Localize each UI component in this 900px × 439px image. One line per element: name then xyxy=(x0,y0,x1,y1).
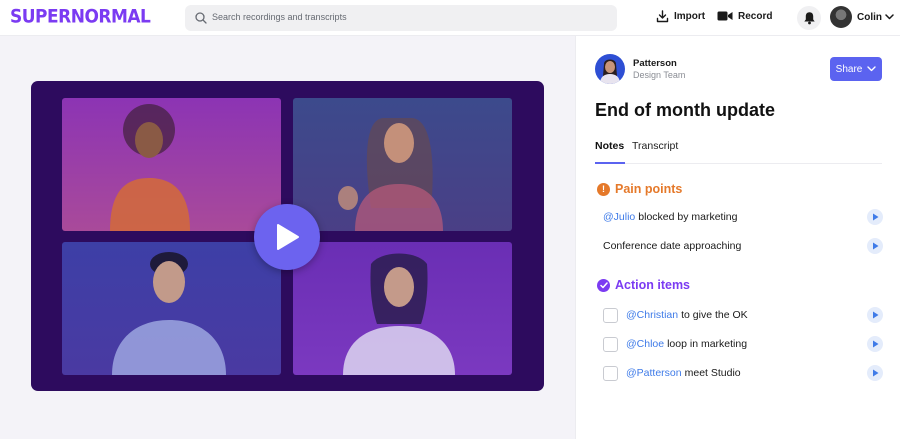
chevron-down-icon xyxy=(885,14,894,20)
recording-title: End of month update xyxy=(595,100,775,120)
exclamation-icon: ! xyxy=(597,182,610,196)
owner-team: Design Team xyxy=(633,70,686,80)
list-item: @Julio blocked by marketing xyxy=(603,208,883,226)
top-bar: SUPERNORMAL Search recordings and transc… xyxy=(0,0,900,36)
record-button[interactable]: Record xyxy=(717,10,772,22)
note-text: to give the OK xyxy=(681,309,748,321)
participant-image xyxy=(110,104,190,231)
mention-link[interactable]: @Chloe xyxy=(626,338,664,350)
video-player[interactable] xyxy=(31,81,544,391)
pain-points-label: Pain points xyxy=(615,182,683,196)
action-items-label: Action items xyxy=(615,278,691,292)
action-checkbox[interactable] xyxy=(603,365,618,381)
share-button[interactable]: Share xyxy=(830,57,882,81)
user-name: Colin xyxy=(857,11,882,23)
mention-link[interactable]: @Julio xyxy=(603,211,635,223)
play-snippet-button[interactable] xyxy=(867,238,883,254)
search-bar[interactable]: Search recordings and transcripts xyxy=(185,5,617,31)
owner-avatar xyxy=(595,54,625,84)
action-checkbox[interactable] xyxy=(603,336,618,352)
note-text: Conference date approaching xyxy=(603,240,742,252)
list-item: @Chloe loop in marketing xyxy=(603,335,883,353)
list-item: Conference date approaching xyxy=(603,237,883,255)
search-input[interactable]: Search recordings and transcripts xyxy=(212,12,347,22)
play-icon xyxy=(872,242,878,250)
note-text: meet Studio xyxy=(684,367,741,379)
tab-notes[interactable]: Notes xyxy=(595,140,625,164)
check-circle-icon xyxy=(597,278,610,292)
download-icon xyxy=(656,10,669,23)
import-button[interactable]: Import xyxy=(656,10,705,23)
play-snippet-button[interactable] xyxy=(867,307,883,323)
user-avatar xyxy=(830,6,852,28)
main-area xyxy=(0,36,575,439)
bell-icon xyxy=(803,12,815,25)
participant-tile xyxy=(62,98,281,231)
video-camera-icon xyxy=(717,11,733,21)
user-menu[interactable]: Colin xyxy=(830,6,894,28)
pain-points-heading: ! Pain points xyxy=(597,182,682,196)
play-snippet-button[interactable] xyxy=(867,336,883,352)
action-checkbox[interactable] xyxy=(603,307,618,323)
list-item: @Christian to give the OK xyxy=(603,306,883,324)
play-icon xyxy=(872,369,878,377)
owner-avatar-image xyxy=(600,59,620,84)
play-icon xyxy=(872,311,878,319)
play-button[interactable] xyxy=(254,204,320,270)
participant-image xyxy=(338,118,443,231)
note-text: blocked by marketing xyxy=(638,211,738,223)
record-label: Record xyxy=(738,10,773,22)
notifications-button[interactable] xyxy=(797,6,821,30)
participant-tile xyxy=(293,242,512,375)
import-label: Import xyxy=(674,11,706,22)
share-label: Share xyxy=(835,63,863,75)
participant-tile xyxy=(62,242,281,375)
play-snippet-button[interactable] xyxy=(867,209,883,225)
participant-image xyxy=(112,252,226,375)
play-icon xyxy=(872,213,878,221)
participant-image xyxy=(343,253,455,375)
play-snippet-button[interactable] xyxy=(867,365,883,381)
list-item: @Patterson meet Studio xyxy=(603,364,883,382)
chevron-down-icon xyxy=(867,66,877,72)
mention-link[interactable]: @Patterson xyxy=(626,367,682,379)
play-icon xyxy=(872,340,878,348)
tab-transcript[interactable]: Transcript xyxy=(632,140,678,164)
search-icon xyxy=(195,12,207,24)
note-text: loop in marketing xyxy=(667,338,748,350)
play-icon xyxy=(277,224,299,250)
mention-link[interactable]: @Christian xyxy=(626,309,678,321)
notes-tabs: Notes Transcript xyxy=(595,140,882,164)
participant-tile xyxy=(293,98,512,231)
action-items-heading: Action items xyxy=(597,278,690,292)
app-logo[interactable]: SUPERNORMAL xyxy=(10,6,151,28)
owner-name: Patterson xyxy=(633,58,677,69)
notes-panel: Patterson Design Team Share End of month… xyxy=(575,36,900,439)
